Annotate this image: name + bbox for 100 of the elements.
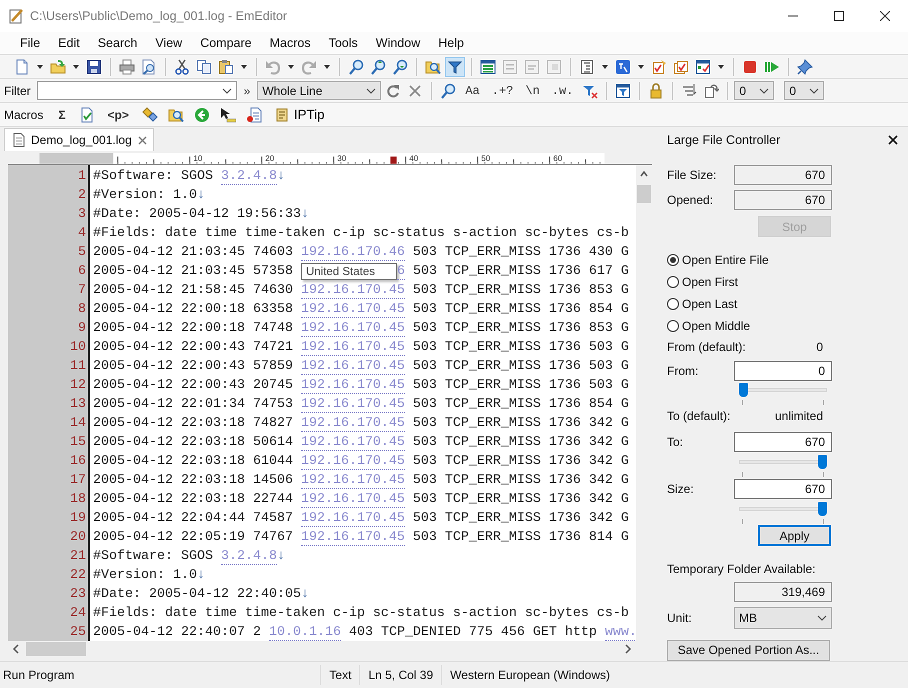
menu-item[interactable]: File	[11, 36, 50, 50]
toggle-button[interactable]: .+?	[486, 80, 518, 100]
line-number: 10	[69, 338, 87, 357]
scrollbar-thumb[interactable]	[26, 642, 86, 656]
number-field[interactable]: 670	[734, 432, 832, 452]
scope-dropdown[interactable]: Whole Line	[257, 81, 382, 100]
clipboard-icon	[218, 58, 234, 74]
menu-item[interactable]: Compare	[191, 36, 261, 50]
tile-icon	[615, 58, 631, 74]
line-number: 14	[69, 414, 87, 433]
pin-icon	[797, 58, 813, 74]
code-line: #Software: SGOS 3.2.4.8↓	[93, 548, 286, 566]
line-number: 9	[77, 320, 87, 338]
code-line: 2005-04-12 22:03:18 74827 192.16.170.45 503 TCP_ERR_MISS 1736 342 G	[93, 414, 630, 433]
chevron-icon	[809, 88, 820, 94]
code-line: 2005-04-12 22:00:43 20745 192.16.170.45 503 TCP_ERR_MISS 1736 503 G	[93, 376, 630, 395]
chevron-icon	[817, 615, 827, 622]
menu-item[interactable]: Search	[88, 36, 146, 50]
ruler-label: 50	[481, 154, 490, 164]
back-icon	[194, 106, 210, 122]
code-line: 2005-04-12 21:03:45 57358 United States 6 503 TCP_ERR_MISS 1736 617 G	[93, 262, 630, 281]
line-number: 15	[69, 434, 87, 452]
field-label: Size:	[667, 482, 695, 496]
number-field[interactable]: 670	[734, 164, 832, 184]
toggle-button[interactable]: \n	[520, 80, 545, 100]
apply-button[interactable]: Apply	[758, 525, 831, 546]
status-field: Text	[320, 665, 360, 685]
scroll-up-icon[interactable]	[640, 168, 648, 179]
radio-option[interactable]: Open First	[667, 271, 908, 293]
scissors-icon	[174, 58, 190, 74]
scroll-left-icon[interactable]	[12, 644, 20, 654]
radio-option[interactable]: Open Last	[667, 292, 908, 315]
unit-dropdown[interactable]: MB	[734, 607, 832, 630]
filter-field[interactable]	[36, 81, 237, 100]
macro-button[interactable]: Σ	[53, 104, 71, 124]
macro-button[interactable]: <p>	[102, 104, 134, 124]
menu-item[interactable]: Help	[429, 36, 473, 50]
toggle-button[interactable]: .w.	[546, 80, 578, 100]
file-tab[interactable]: Demo_log_001.log	[4, 128, 154, 151]
window-title: C:\Users\Public\Demo_log_001.log - EmEditor	[30, 9, 288, 23]
code-line: 2005-04-12 21:58:45 74630 192.16.170.45 503 TCP_ERR_MISS 1736 853 G	[93, 282, 630, 300]
radio-circle[interactable]	[667, 254, 679, 266]
checked-note-icon	[651, 58, 667, 74]
code-line: 2005-04-12 22:00:18 74748 192.16.170.45 503 TCP_ERR_MISS 1736 853 G	[93, 320, 630, 338]
ruler-label: 40	[409, 154, 418, 164]
save-button[interactable]: Save Opened Portion As...	[667, 640, 830, 662]
menu-item[interactable]: Macros	[260, 36, 320, 50]
document-icon	[13, 133, 25, 147]
undo-icon	[265, 58, 281, 74]
line-number: 25	[69, 624, 87, 642]
field-label: Temporary Folder Available:	[667, 562, 816, 576]
field-label: Unit:	[667, 611, 693, 626]
printer-icon	[119, 58, 135, 74]
menu-item[interactable]: View	[146, 36, 192, 50]
toggle-button[interactable]: Aa	[460, 80, 485, 100]
line-number: 8	[77, 300, 87, 319]
number-field[interactable]: 319,469	[734, 582, 832, 602]
toolbar-button[interactable]	[445, 56, 465, 76]
code-line: 2005-04-12 22:03:18 14506 192.16.170.45 503 TCP_ERR_MISS 1736 342 G	[93, 472, 630, 490]
stacked-bars-icon	[480, 58, 496, 74]
more-button[interactable]: »	[238, 80, 256, 100]
slider-thumb[interactable]	[818, 502, 827, 516]
menu-item[interactable]: Edit	[49, 36, 89, 50]
ruler-label: 30	[337, 154, 346, 164]
count-dropdown[interactable]: 0	[784, 81, 824, 100]
line-number: 13	[69, 396, 87, 414]
app-icon	[8, 8, 24, 24]
checked-document-icon	[78, 106, 95, 122]
menu-item[interactable]: Tools	[320, 36, 367, 50]
number-field[interactable]: 0	[734, 360, 832, 381]
checklist-icon	[695, 58, 711, 74]
folder-icon	[50, 58, 66, 74]
line-number: 12	[69, 376, 87, 395]
radio-circle[interactable]	[667, 276, 679, 288]
line-number: 3	[77, 206, 87, 224]
code-line: 2005-04-12 22:00:18 63358 192.16.170.45 503 TCP_ERR_MISS 1736 854 G	[93, 300, 630, 319]
radio-option[interactable]: Open Middle	[667, 314, 908, 337]
scroll-right-icon[interactable]	[624, 644, 632, 654]
number-field[interactable]: 670	[734, 479, 832, 500]
caret-icon	[637, 62, 645, 70]
menu-item[interactable]: Window	[366, 36, 430, 50]
field-label: To:	[667, 435, 684, 450]
number-field[interactable]: 670	[734, 190, 832, 210]
count-dropdown[interactable]: 0	[734, 81, 774, 100]
code-line: #Fields: date time time-taken c-ip sc-status s-action sc-bytes cs-b	[93, 224, 630, 243]
field-value: unlimited	[774, 409, 823, 424]
code-line: #Date: 2005-04-12 19:56:33↓	[93, 206, 310, 224]
slider-thumb[interactable]	[739, 383, 748, 398]
field-label: File Size:	[667, 168, 718, 182]
line-number: 19	[69, 510, 87, 528]
close-icon[interactable]	[888, 134, 898, 145]
slider-thumb[interactable]	[818, 455, 827, 470]
macro-button[interactable]: IPTip	[270, 104, 329, 124]
radio-option[interactable]: Open Entire File	[667, 249, 908, 272]
scrollbar-thumb[interactable]	[637, 184, 651, 203]
search-next-icon	[370, 58, 386, 74]
radio-circle[interactable]	[667, 320, 679, 332]
status-message: Run Program	[2, 668, 76, 682]
radio-circle[interactable]	[667, 298, 679, 310]
record-document-icon	[246, 106, 262, 122]
